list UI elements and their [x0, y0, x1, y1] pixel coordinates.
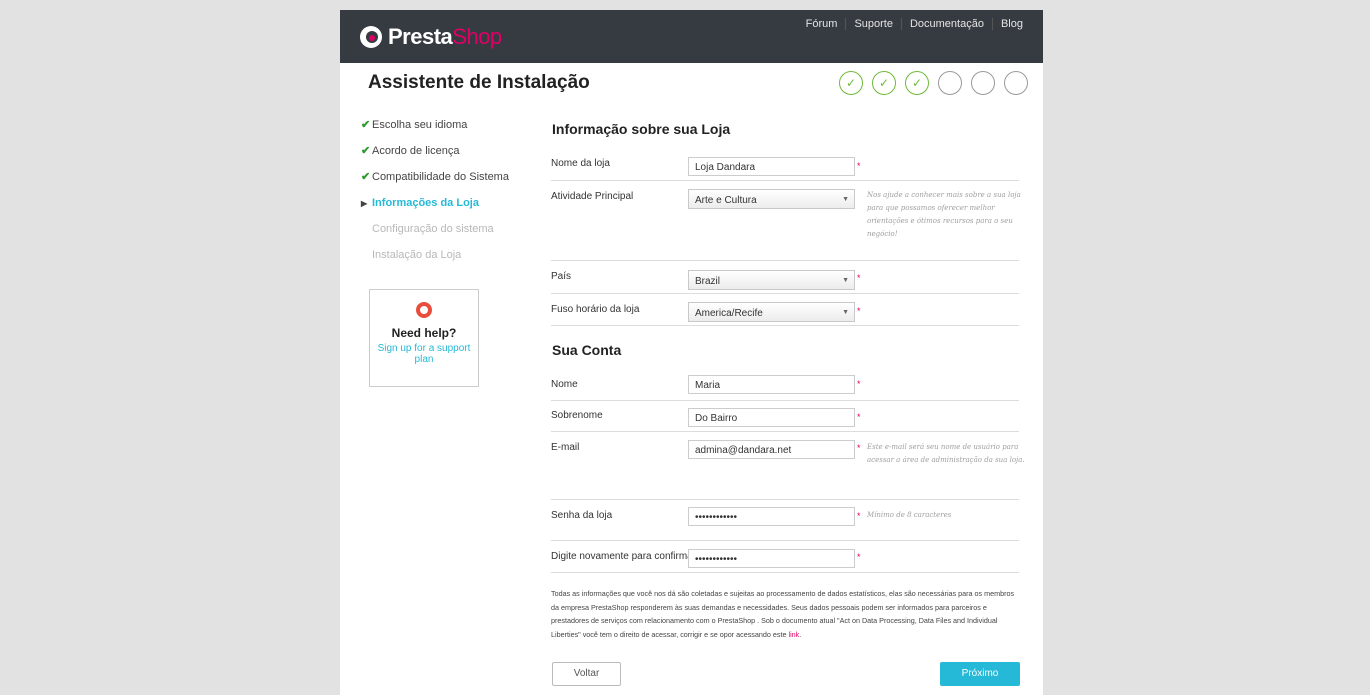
required-mark: * — [857, 379, 861, 389]
privacy-notice: Todas as informações que você nos dá são… — [551, 587, 1021, 641]
timezone-select[interactable]: America/Recife ▼ — [688, 302, 855, 322]
divider — [551, 260, 1019, 261]
timezone-label: Fuso horário da loja — [551, 304, 640, 315]
step-2-done-icon: ✓ — [872, 71, 896, 95]
account-heading: Sua Conta — [552, 342, 622, 358]
step-progress: ✓ ✓ ✓ — [839, 71, 1037, 95]
checkmark-icon: ✓ — [845, 76, 857, 90]
required-mark: * — [857, 161, 861, 171]
divider — [551, 572, 1019, 573]
email-hint: Este e-mail será seu nome de usuário par… — [867, 443, 1025, 464]
last-name-input[interactable]: Do Bairro — [688, 408, 855, 427]
required-mark: * — [857, 443, 861, 453]
dropdown-arrow-icon: ▼ — [842, 196, 849, 203]
dropdown-arrow-icon: ▼ — [842, 309, 849, 316]
sidebar-item-label: Configuração do sistema — [372, 223, 494, 235]
required-mark: * — [857, 273, 861, 283]
nav-support-link[interactable]: Suporte — [845, 18, 901, 30]
divider — [551, 499, 1019, 500]
step-5-pending-icon — [971, 71, 995, 95]
sidebar-item-label: Informações da Loja — [372, 197, 479, 209]
required-mark: * — [857, 552, 861, 562]
back-button[interactable]: Voltar — [552, 662, 621, 686]
sidebar-item-label: Escolha seu idioma — [372, 119, 468, 131]
lifebuoy-icon — [416, 302, 432, 318]
dropdown-arrow-icon: ▼ — [842, 277, 849, 284]
password-label: Senha da loja — [551, 510, 613, 521]
sidebar-item-license[interactable]: ✔ Acordo de licença — [361, 143, 521, 169]
email-label: E-mail — [551, 442, 580, 453]
password-input[interactable]: •••••••••••• — [688, 507, 855, 526]
top-nav: Fórum Suporte Documentação Blog — [798, 18, 1031, 30]
caret-right-icon: ▶ — [361, 199, 368, 208]
country-label: País — [551, 271, 572, 282]
required-mark: * — [857, 412, 861, 422]
help-title: Need help? — [391, 326, 457, 340]
first-name-label: Nome — [551, 379, 578, 390]
store-info-heading: Informação sobre sua Loja — [552, 121, 731, 137]
country-selected-value: Brazil — [695, 276, 721, 287]
privacy-end: . — [799, 629, 802, 639]
sidebar-item-store-info: ▶ Informações da Loja — [361, 195, 521, 221]
confirm-password-input[interactable]: •••••••••••• — [688, 549, 855, 568]
check-icon: ✔ — [361, 145, 371, 157]
checkmark-icon: ✓ — [878, 76, 890, 90]
sidebar-item-system-config: Configuração do sistema — [361, 221, 521, 247]
activity-label: Atividade Principal — [551, 191, 634, 202]
activity-selected-value: Arte e Cultura — [695, 195, 757, 206]
activity-select[interactable]: Arte e Cultura ▼ — [688, 189, 855, 209]
divider — [551, 180, 1019, 181]
timezone-selected-value: America/Recife — [695, 308, 763, 319]
help-box: Need help? Sign up for a support plan — [369, 289, 479, 387]
step-1-done-icon: ✓ — [839, 71, 863, 95]
top-bar: Presta Shop Fórum Suporte Documentação Bl… — [340, 10, 1043, 63]
email-input[interactable]: admina@dandara.net — [688, 440, 855, 459]
activity-hint: Nos ajude a conhecer mais sobre a sua lo… — [867, 191, 1021, 238]
country-select[interactable]: Brazil ▼ — [688, 270, 855, 290]
last-name-label: Sobrenome — [551, 410, 603, 421]
password-hint: Mínimo de 8 caracteres — [867, 511, 952, 519]
step-6-pending-icon — [1004, 71, 1028, 95]
nav-forum-link[interactable]: Fórum — [798, 18, 846, 30]
check-icon: ✔ — [361, 119, 371, 131]
sidebar-item-label: Instalação da Loja — [372, 249, 462, 261]
required-mark: * — [857, 511, 861, 521]
next-button[interactable]: Próximo — [940, 662, 1020, 686]
nav-blog-link[interactable]: Blog — [991, 18, 1031, 30]
installer-page: Presta Shop Fórum Suporte Documentação Bl… — [340, 10, 1043, 695]
puffin-logo-icon — [360, 26, 382, 48]
logo-text-shop: Shop — [452, 24, 502, 49]
step-4-pending-icon — [938, 71, 962, 95]
logo-text-presta: Presta — [388, 24, 453, 49]
store-name-input[interactable]: Loja Dandara — [688, 157, 855, 176]
divider — [551, 540, 1019, 541]
divider — [551, 400, 1019, 401]
support-plan-link[interactable]: Sign up for a support plan — [370, 343, 478, 365]
sidebar-item-label: Acordo de licença — [372, 145, 460, 157]
first-name-input[interactable]: Maria — [688, 375, 855, 394]
page-title: Assistente de Instalação — [368, 72, 590, 93]
privacy-link[interactable]: link — [788, 630, 799, 639]
required-mark: * — [857, 306, 861, 316]
sidebar-item-label: Compatibilidade do Sistema — [372, 171, 509, 183]
privacy-text: Todas as informações que você nos dá são… — [551, 589, 1015, 639]
store-name-label: Nome da loja — [551, 158, 610, 169]
check-icon: ✔ — [361, 171, 371, 183]
confirm-password-label: Digite novamente para confirmar — [551, 551, 697, 562]
divider — [551, 325, 1019, 326]
checkmark-icon: ✓ — [911, 76, 923, 90]
divider — [551, 431, 1019, 432]
nav-documentation-link[interactable]: Documentação — [900, 18, 992, 30]
sidebar-item-store-install: Instalação da Loja — [361, 247, 521, 273]
step-3-done-icon: ✓ — [905, 71, 929, 95]
sidebar-item-compatibility[interactable]: ✔ Compatibilidade do Sistema — [361, 169, 521, 195]
sidebar-item-language[interactable]: ✔ Escolha seu idioma — [361, 117, 521, 143]
step-sidebar: ✔ Escolha seu idioma ✔ Acordo de licença ✔… — [361, 117, 521, 273]
divider — [551, 293, 1019, 294]
prestashop-logo[interactable]: Presta Shop — [360, 24, 502, 50]
